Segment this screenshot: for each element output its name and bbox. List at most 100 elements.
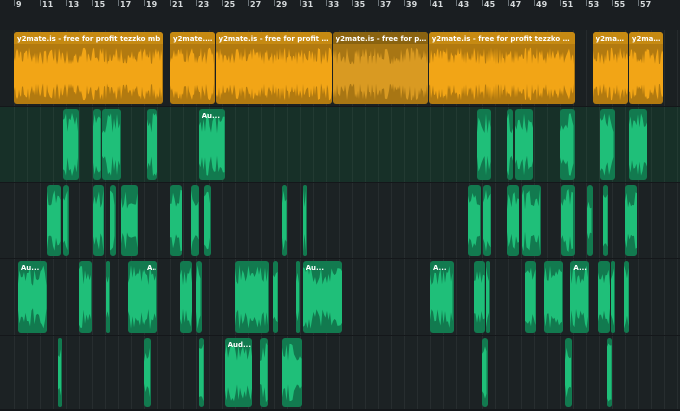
midi-clip[interactable]: Au...: [17, 261, 47, 333]
midi-clip[interactable]: [514, 109, 533, 180]
midi-clip[interactable]: [467, 185, 481, 256]
ruler-tick: [170, 0, 171, 6]
midi-clip[interactable]: [628, 109, 648, 180]
midi-clip[interactable]: [196, 261, 202, 333]
midi-clip[interactable]: [302, 185, 307, 256]
midi-clip[interactable]: [93, 185, 104, 256]
ruler-tick: [612, 0, 613, 6]
audio-clip[interactable]: y2mate.is - fr: [170, 32, 215, 104]
midi-clip[interactable]: [93, 109, 102, 180]
midi-clip[interactable]: [560, 109, 575, 180]
audio-track[interactable]: y2mate.is - free for profit tezzko mb y2m…: [0, 30, 680, 106]
midi-clip[interactable]: [506, 109, 514, 180]
midi-clip[interactable]: [600, 109, 615, 180]
ruler-tick: [222, 0, 223, 6]
audio-clip[interactable]: y2mate.is: [592, 32, 628, 104]
midi-clip[interactable]: [561, 185, 575, 256]
ruler-tick: [638, 0, 639, 6]
midi-clip[interactable]: [146, 109, 158, 180]
midi-clip[interactable]: [58, 338, 63, 407]
midi-track-4[interactable]: Aud...: [0, 336, 680, 409]
ruler-bar-label: 29: [276, 0, 288, 9]
midi-clip[interactable]: [483, 185, 492, 256]
waveform: [506, 110, 514, 179]
midi-clip[interactable]: A...: [430, 261, 454, 333]
midi-clip[interactable]: [281, 185, 288, 256]
midi-clip[interactable]: [180, 261, 193, 333]
midi-clip[interactable]: A...: [570, 261, 589, 333]
grid-line: [521, 336, 522, 409]
midi-clip[interactable]: [524, 261, 536, 333]
grid-line: [183, 183, 184, 258]
midi-clip[interactable]: [235, 261, 270, 333]
grid-line: [638, 183, 639, 258]
midi-clip[interactable]: [203, 185, 211, 256]
midi-clip[interactable]: Au...: [198, 109, 225, 180]
midi-track-1[interactable]: Au...: [0, 107, 680, 182]
midi-clip[interactable]: Au...: [302, 261, 342, 333]
grid-line: [170, 259, 171, 335]
midi-clip[interactable]: [296, 261, 301, 333]
ruler-bar-label: 17: [120, 0, 132, 9]
midi-clip[interactable]: [522, 185, 541, 256]
grid-line: [378, 336, 379, 409]
midi-clip[interactable]: [476, 109, 492, 180]
grid-line: [274, 336, 275, 409]
grid-line: [651, 336, 652, 409]
midi-clip[interactable]: [565, 338, 572, 407]
midi-clip[interactable]: Aud...: [224, 338, 253, 407]
midi-track-3[interactable]: Au... A... Au... A... A...: [0, 259, 680, 335]
midi-clip[interactable]: [63, 109, 80, 180]
audio-clip[interactable]: y2mate.is - free for profit tezzko mb: [215, 32, 332, 104]
grid-line: [66, 336, 67, 409]
midi-clip[interactable]: [474, 261, 485, 333]
midi-clip[interactable]: [544, 261, 563, 333]
grid-line: [53, 107, 54, 182]
midi-clip[interactable]: [79, 261, 93, 333]
midi-clip[interactable]: [610, 261, 615, 333]
ruler-tick: [456, 0, 457, 6]
midi-clip[interactable]: [272, 261, 279, 333]
midi-clip[interactable]: [106, 261, 111, 333]
midi-clip[interactable]: [485, 261, 490, 333]
grid-line: [105, 336, 106, 409]
midi-clip[interactable]: [625, 185, 637, 256]
grid-line: [248, 183, 249, 258]
midi-track-2[interactable]: [0, 183, 680, 258]
midi-clip[interactable]: [110, 185, 116, 256]
midi-clip[interactable]: [259, 338, 268, 407]
midi-clip[interactable]: A...: [144, 261, 158, 333]
grid-line: [131, 107, 132, 182]
waveform: [302, 186, 307, 255]
midi-clip[interactable]: [144, 338, 151, 407]
midi-clip[interactable]: [482, 338, 488, 407]
timeline-ruler[interactable]: 9 11 13 15 17 19 21 23 25 27 29 31 33 35 37 39 41 43 45 47 4…: [0, 0, 680, 31]
midi-clip[interactable]: [63, 185, 69, 256]
midi-clip[interactable]: [190, 185, 199, 256]
midi-clip[interactable]: [281, 338, 302, 407]
midi-clip[interactable]: [587, 185, 593, 256]
audio-clip[interactable]: y2mate.is - free for profit tezzko mb: [14, 32, 163, 104]
midi-clip[interactable]: [623, 261, 630, 333]
midi-clip[interactable]: [602, 185, 609, 256]
midi-clip[interactable]: [120, 185, 138, 256]
midi-clip[interactable]: [102, 109, 121, 180]
waveform: [570, 262, 589, 332]
waveform: [102, 110, 121, 179]
audio-clip[interactable]: y2mate.is: [628, 32, 663, 104]
grid-line: [391, 107, 392, 182]
midi-clip[interactable]: [46, 185, 62, 256]
midi-clip[interactable]: [506, 185, 519, 256]
ruler-tick: [14, 0, 15, 6]
waveform: [180, 262, 193, 332]
clip-label: y2mate.is - free for profit tezzko mb: [218, 35, 331, 43]
audio-clip[interactable]: y2mate.is - free for profit tezzko mb: [428, 32, 575, 104]
audio-clip[interactable]: y2mate.is - free for profit tezzko mb: [332, 32, 428, 104]
midi-clip[interactable]: [597, 261, 610, 333]
ruler-bar-label: 51: [562, 0, 574, 9]
midi-clip[interactable]: [170, 185, 182, 256]
waveform: [106, 262, 110, 332]
grid-line: [417, 336, 418, 409]
midi-clip[interactable]: [198, 338, 205, 407]
midi-clip[interactable]: [606, 338, 613, 407]
